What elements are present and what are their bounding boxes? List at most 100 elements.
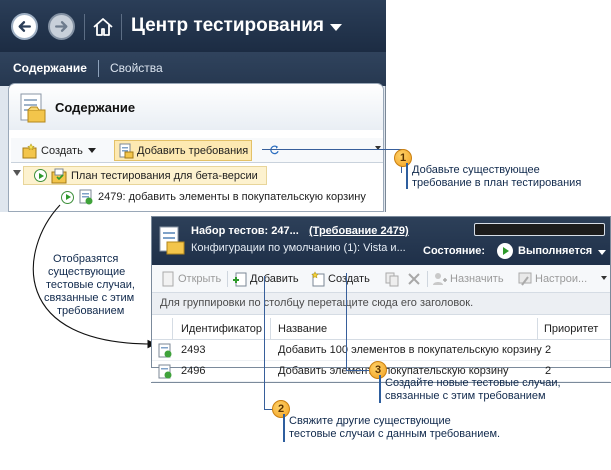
create-button[interactable]: Создать (19, 140, 99, 161)
add-label: Добавить (250, 273, 299, 285)
configure-button[interactable]: Настрои... (517, 270, 587, 288)
test-suite-header: Набор тестов: 247... (Требование 2479) К… (152, 217, 610, 265)
forward-arrow-icon (55, 21, 68, 32)
callout-1-line-2: требование в план тестирования (412, 177, 582, 189)
content-toolbar: Создать Добавить требования (11, 138, 383, 163)
add-requirements-button[interactable]: Добавить требования (114, 140, 253, 161)
group-hint: Для группировки по столбцу перетащите сю… (160, 297, 474, 309)
copy-icon (385, 272, 399, 287)
note-line-1: Отобразятся (53, 253, 119, 265)
cell-id: 2496 (181, 365, 206, 377)
delete-icon (408, 273, 420, 285)
tab-divider (98, 60, 99, 77)
configure-icon (518, 272, 532, 286)
app-title: Центр тестирования (131, 15, 324, 36)
configurations-text[interactable]: Конфигурации по умолчанию (1): Vista и..… (191, 242, 406, 254)
copy-button[interactable] (384, 270, 400, 288)
test-suite-window: Набор тестов: 247... (Требование 2479) К… (151, 216, 611, 368)
cell-title: Добавить элемент в покупательскую корзин… (278, 365, 509, 377)
run-status-icon (497, 243, 513, 259)
run-status-icon (34, 169, 47, 182)
toolbar-divider (121, 14, 122, 40)
open-button[interactable]: Открыть (160, 270, 221, 288)
column-header-priority[interactable]: Приоритет (544, 323, 598, 335)
leader-line (262, 149, 402, 150)
create-button[interactable]: Создать (310, 270, 370, 288)
table-row[interactable]: 2493 Добавить 100 элементов в покупатель… (152, 341, 610, 361)
assign-button[interactable]: Назначить (432, 270, 504, 288)
note-line-5: требованием (57, 305, 125, 317)
dropdown-caret-icon[interactable] (330, 24, 342, 31)
test-plan-tree: План тестирования для бета-версии 2479: … (11, 165, 383, 212)
add-requirements-icon (119, 143, 134, 158)
column-header-id[interactable]: Идентификатор (181, 323, 262, 335)
title-bar: Центр тестирования (0, 0, 386, 52)
state-dropdown[interactable]: Выполняется (518, 245, 592, 257)
callout-3-line-2: связанные с этим требованием (385, 390, 546, 402)
dropdown-caret-icon[interactable] (598, 250, 606, 255)
create-icon (22, 142, 37, 158)
test-plan-icon (51, 168, 67, 183)
callout-bar (283, 414, 285, 442)
expand-triangle-icon[interactable] (13, 170, 21, 176)
requirement-link[interactable]: (Требование 2479) (309, 225, 409, 237)
cell-priority: 2 (545, 365, 552, 377)
delete-button[interactable] (406, 270, 422, 288)
toolbar-divider (84, 14, 85, 40)
toolbar-divider (427, 271, 428, 287)
back-button[interactable] (11, 13, 38, 40)
add-button[interactable]: Добавить (232, 270, 299, 288)
add-test-case-icon (233, 272, 247, 287)
note-line-2: существующие (48, 266, 126, 278)
callout-2-line-1: Свяжите другие существующие (289, 415, 451, 427)
callout-bar (406, 163, 408, 189)
back-arrow-icon (18, 21, 31, 32)
test-center-window: Центр тестирования Содержание Свойства С… (0, 0, 386, 212)
tab-properties[interactable]: Свойства (110, 61, 163, 75)
tree-item-test-plan[interactable]: План тестирования для бета-версии (23, 166, 267, 185)
callout-badge-2: 2 (272, 400, 290, 418)
column-divider[interactable] (172, 318, 173, 340)
callout-badge-1: 1 (394, 149, 412, 167)
test-case-icon (158, 364, 172, 379)
add-requirements-label: Добавить требования (137, 144, 249, 157)
column-header-title[interactable]: Название (278, 323, 327, 335)
tab-content[interactable]: Содержание (13, 61, 87, 75)
refresh-icon[interactable] (267, 142, 283, 158)
callout-1-line-1: Добавьте существующее (412, 164, 540, 176)
open-icon (162, 271, 174, 287)
column-divider[interactable] (537, 318, 538, 340)
dropdown-caret-icon (87, 148, 96, 153)
note-line-3: тестовые случаи, (46, 279, 135, 291)
cell-title: Добавить 100 элементов в покупательскую … (278, 344, 542, 356)
toolbar-overflow-caret-icon[interactable] (601, 276, 607, 280)
panel-title: Содержание (55, 100, 136, 115)
create-icon (311, 271, 325, 287)
create-label: Создать (41, 144, 83, 157)
callout-bar (379, 375, 381, 403)
toolbar-divider (227, 271, 228, 287)
content-panel-icon (20, 93, 46, 123)
leader-line (264, 276, 265, 410)
run-status-icon (61, 190, 74, 204)
tree-item-test-suite[interactable]: 2479: добавить элементы в покупательскую… (61, 187, 366, 207)
callout-3-line-1: Создайте новые тестовые случаи, (385, 377, 561, 389)
test-case-icon (158, 343, 172, 358)
state-label: Состояние: (423, 245, 486, 257)
cell-id: 2493 (181, 344, 206, 356)
note-line-4: связанные с этим (44, 292, 135, 304)
content-panel-header: Содержание (9, 84, 383, 130)
assign-label: Назначить (450, 273, 504, 285)
leader-line (346, 273, 347, 371)
test-suite-icon (159, 226, 185, 255)
search-input[interactable] (474, 223, 605, 236)
callout-2-line-2: тестовые случаи с данным требованием. (289, 428, 501, 440)
column-divider[interactable] (270, 318, 271, 340)
forward-button[interactable] (48, 13, 75, 40)
test-plan-label: План тестирования для бета-версии (71, 169, 258, 182)
create-label: Создать (328, 273, 370, 285)
cell-priority: 2 (545, 344, 552, 356)
home-icon[interactable] (91, 15, 115, 39)
open-label: Открыть (178, 273, 222, 285)
test-suite-toolbar: Открыть Добавить Создать Назначить Настр… (152, 265, 610, 293)
